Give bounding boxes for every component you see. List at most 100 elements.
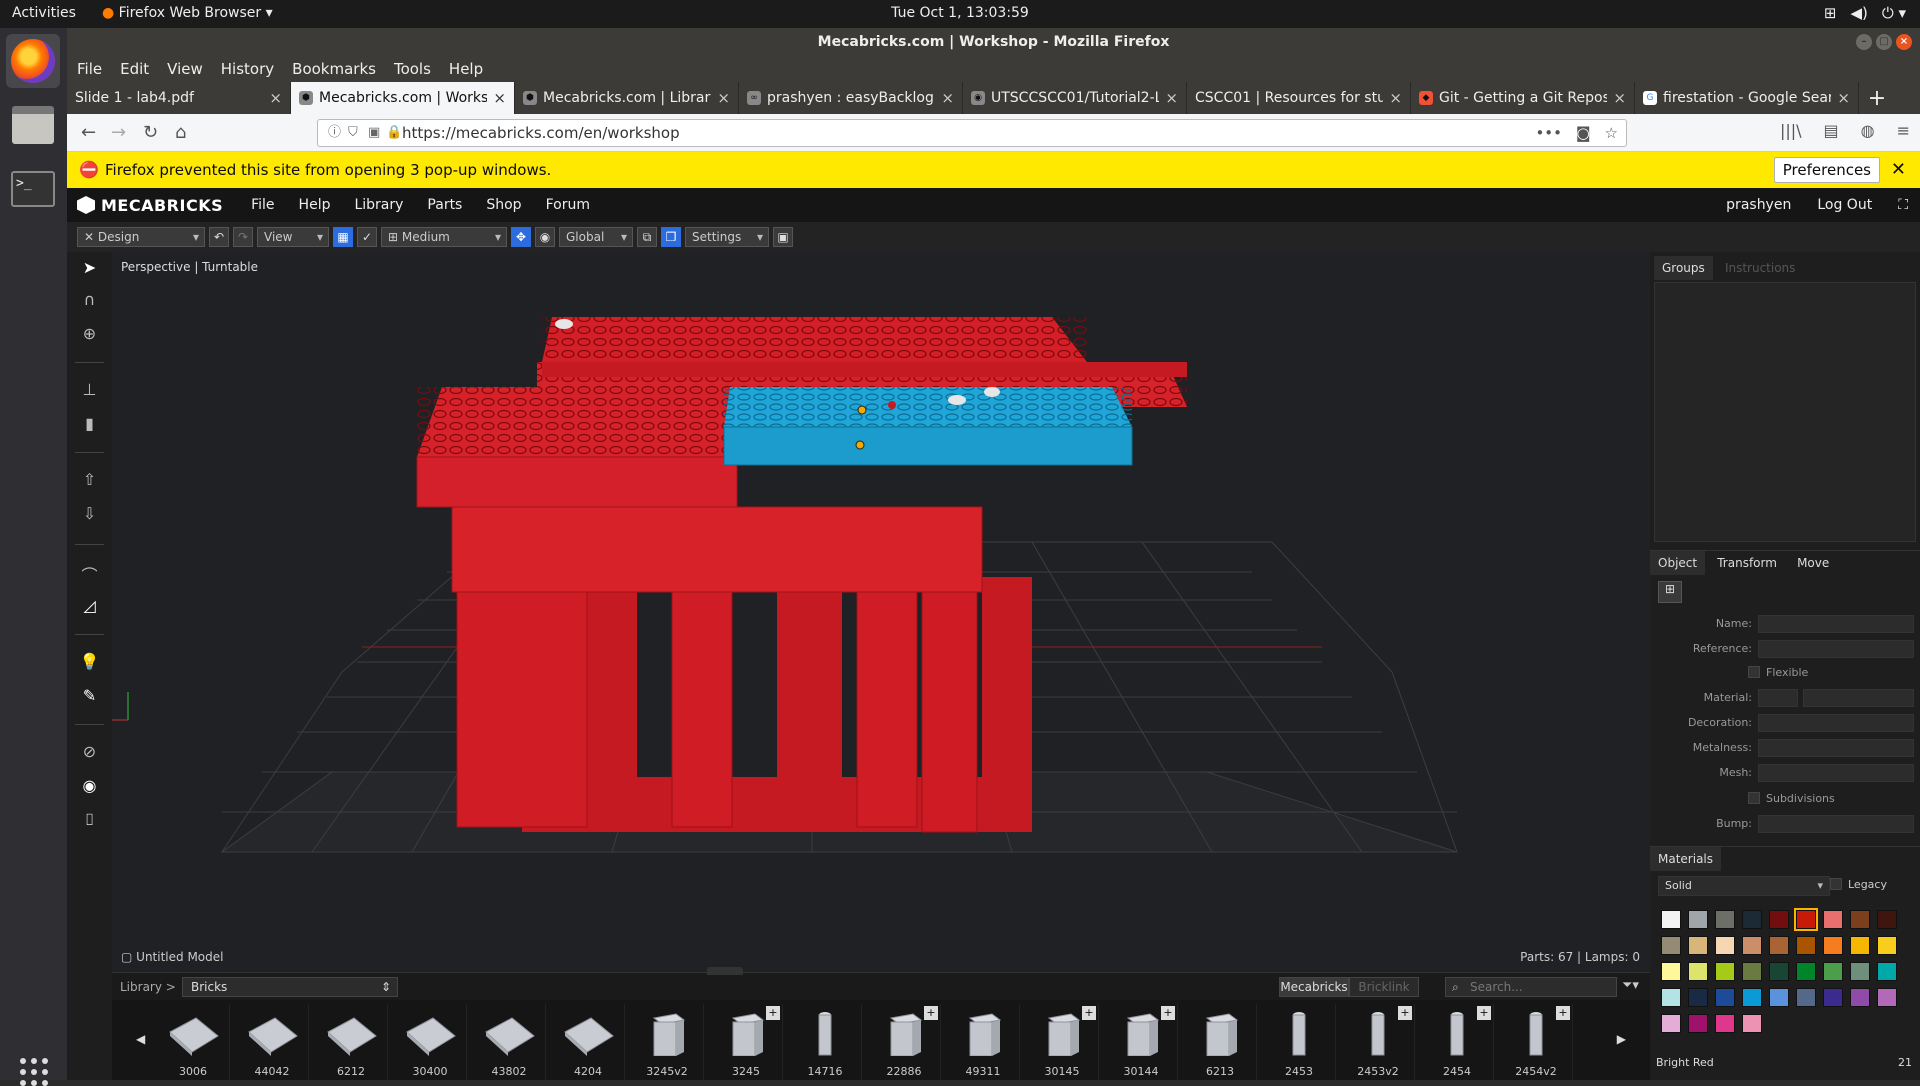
color-swatch[interactable]: [1661, 910, 1681, 929]
tab-materials[interactable]: Materials: [1650, 847, 1722, 871]
menu-help[interactable]: Help: [449, 60, 483, 78]
url-bar[interactable]: ⓘ ⛉ ▣ 🔒 https://mecabricks.com/en/worksh…: [317, 119, 1627, 147]
color-swatch[interactable]: [1742, 1014, 1762, 1033]
color-swatch[interactable]: [1850, 988, 1870, 1007]
color-swatch[interactable]: [1688, 936, 1708, 955]
material-type-select[interactable]: Solid: [1658, 876, 1830, 896]
color-swatch[interactable]: [1823, 988, 1843, 1007]
source-bricklink-button[interactable]: Bricklink: [1349, 977, 1419, 997]
color-swatch[interactable]: [1796, 962, 1816, 981]
paint-icon[interactable]: ✎: [67, 686, 112, 705]
color-swatch[interactable]: [1769, 936, 1789, 955]
clock[interactable]: Tue Oct 1, 13:03:59: [0, 5, 1920, 21]
redo-icon[interactable]: ↷: [233, 227, 253, 247]
minimize-button[interactable]: –: [1856, 34, 1872, 50]
object-grid-icon[interactable]: ⊞: [1658, 581, 1682, 603]
menu-bookmarks[interactable]: Bookmarks: [292, 60, 376, 78]
color-swatch[interactable]: [1715, 910, 1735, 929]
delete-icon[interactable]: ▮: [67, 414, 112, 433]
volume-icon[interactable]: ◀): [1850, 4, 1867, 22]
metalness-field[interactable]: [1758, 739, 1914, 757]
material-name-field[interactable]: [1803, 689, 1914, 707]
pocket-icon[interactable]: ◙: [1576, 120, 1591, 146]
color-swatch[interactable]: [1823, 936, 1843, 955]
tab-instructions[interactable]: Instructions: [1717, 256, 1803, 280]
part-variants-plus-icon[interactable]: +: [924, 1006, 938, 1020]
material-field[interactable]: [1758, 689, 1798, 707]
tab-workshop[interactable]: ⬢ Mecabricks.com | Workshop ×: [291, 82, 515, 114]
move-gizmo-icon[interactable]: ✥: [511, 227, 531, 247]
color-swatch[interactable]: [1688, 1014, 1708, 1033]
color-swatch[interactable]: [1877, 988, 1897, 1007]
color-swatch[interactable]: [1661, 962, 1681, 981]
part-tile[interactable]: 3245 +: [709, 1004, 783, 1080]
settings-dropdown[interactable]: Settings: [685, 227, 769, 247]
mb-menu-shop[interactable]: Shop: [486, 197, 521, 213]
filter-icon[interactable]: ⏷▾: [1622, 978, 1639, 993]
color-swatch[interactable]: [1877, 910, 1897, 929]
part-variants-plus-icon[interactable]: +: [1477, 1006, 1491, 1020]
color-swatch[interactable]: [1688, 962, 1708, 981]
bump-field[interactable]: [1758, 815, 1914, 833]
camera-permission-icon[interactable]: ▣: [368, 120, 380, 146]
flex-tool-icon[interactable]: ⌒: [67, 562, 112, 586]
snap-icon[interactable]: ⧉: [637, 227, 657, 247]
menu-file[interactable]: File: [77, 60, 102, 78]
undo-icon[interactable]: ↶: [209, 227, 229, 247]
preferences-button[interactable]: Preferences: [1773, 157, 1880, 183]
tab-object[interactable]: Object: [1650, 551, 1706, 575]
color-swatch[interactable]: [1796, 936, 1816, 955]
flexible-checkbox[interactable]: Flexible: [1748, 666, 1808, 679]
home-icon[interactable]: ⌂: [175, 122, 186, 143]
magnet-icon[interactable]: ∩: [67, 290, 112, 309]
app-menu[interactable]: ● Firefox Web Browser ▾: [102, 5, 273, 21]
dock-firefox[interactable]: [6, 34, 60, 88]
subdivisions-checkbox[interactable]: Subdivisions: [1748, 792, 1835, 805]
part-tile[interactable]: 3245v2: [630, 1004, 704, 1080]
part-tile[interactable]: 2454 +: [1420, 1004, 1494, 1080]
select-cursor-icon[interactable]: ➤: [67, 258, 112, 277]
scroll-left-icon[interactable]: ◀: [136, 1032, 145, 1046]
view-dropdown[interactable]: View: [257, 227, 329, 247]
close-notification-icon[interactable]: ✕: [1891, 159, 1906, 180]
part-variants-plus-icon[interactable]: +: [1082, 1006, 1096, 1020]
sidebar-icon[interactable]: ▤: [1824, 121, 1839, 140]
color-swatch[interactable]: [1688, 910, 1708, 929]
pivot-icon[interactable]: ◉: [535, 227, 555, 247]
check-icon[interactable]: ✓: [357, 227, 377, 247]
stamp-icon[interactable]: ⊥: [67, 380, 112, 399]
color-swatch[interactable]: [1850, 910, 1870, 929]
menu-tools[interactable]: Tools: [394, 60, 431, 78]
perspective-grid-icon[interactable]: ▦: [333, 227, 353, 247]
space-dropdown[interactable]: Global: [559, 227, 633, 247]
layers-icon[interactable]: ❐: [661, 227, 681, 247]
close-window-button[interactable]: ×: [1896, 34, 1912, 50]
tab-library[interactable]: ⬢ Mecabricks.com | Library ×: [515, 82, 739, 114]
camera-icon[interactable]: ⌷: [67, 810, 112, 830]
library-breadcrumb[interactable]: Library >: [120, 980, 176, 994]
part-tile[interactable]: 6212: [314, 1004, 388, 1080]
part-tile[interactable]: 14716: [788, 1004, 862, 1080]
color-swatch[interactable]: [1715, 988, 1735, 1007]
category-select[interactable]: Bricks ⇕: [182, 977, 398, 997]
quality-dropdown[interactable]: ⊞ Medium: [381, 227, 507, 247]
part-tile[interactable]: 6213: [1183, 1004, 1257, 1080]
close-tab-icon[interactable]: ×: [1165, 89, 1178, 107]
tab-git[interactable]: ◆ Git - Getting a Git Repository ×: [1411, 82, 1635, 114]
dock-terminal[interactable]: >_: [6, 162, 60, 216]
tab-google[interactable]: Gfirestation - Google Search ×: [1635, 82, 1859, 114]
model-name[interactable]: ▢ Untitled Model: [121, 950, 223, 964]
color-swatch[interactable]: [1823, 910, 1843, 929]
color-swatch[interactable]: [1877, 936, 1897, 955]
part-variants-plus-icon[interactable]: +: [1398, 1006, 1412, 1020]
color-swatch[interactable]: [1661, 1014, 1681, 1033]
mb-menu-forum[interactable]: Forum: [546, 197, 590, 213]
color-swatch[interactable]: [1661, 988, 1681, 1007]
part-tile[interactable]: 2453: [1262, 1004, 1336, 1080]
color-swatch[interactable]: [1715, 962, 1735, 981]
scroll-right-icon[interactable]: ▶: [1617, 1032, 1626, 1046]
hide-icon[interactable]: ⊘: [67, 742, 112, 761]
part-tile[interactable]: 30400: [393, 1004, 467, 1080]
color-swatch[interactable]: [1715, 936, 1735, 955]
color-swatch[interactable]: [1688, 988, 1708, 1007]
